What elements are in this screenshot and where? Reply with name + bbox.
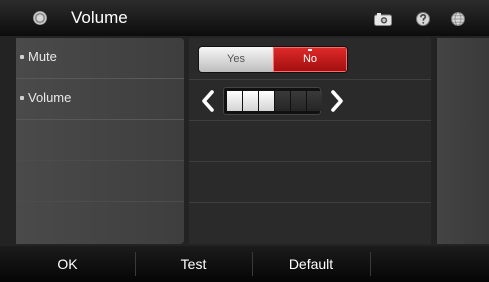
mute-yes-button[interactable]: Yes: [199, 47, 273, 72]
toolbar-empty-slot: [370, 246, 489, 282]
camera-icon[interactable]: [374, 12, 392, 26]
default-button[interactable]: Default: [252, 246, 370, 282]
menu-item-label: Volume: [28, 90, 72, 105]
mute-no-button[interactable]: No: [273, 47, 347, 72]
title-bar: Volume: [0, 0, 489, 36]
menu-item-label: Mute: [28, 49, 57, 64]
menu-item-empty: [16, 161, 184, 202]
row-divider: [189, 161, 431, 162]
volume-segment-filled: [227, 91, 242, 111]
mute-no-label: No: [302, 53, 318, 65]
volume-segment-empty: [291, 91, 306, 111]
volume-decrease-arrow-icon[interactable]: [201, 90, 215, 112]
menu-item-mute[interactable]: Mute: [16, 38, 184, 79]
menu-item-empty: [16, 120, 184, 161]
row-divider: [189, 202, 431, 203]
ok-button[interactable]: OK: [0, 246, 135, 282]
help-icon[interactable]: [416, 12, 430, 26]
page-title: Volume: [71, 8, 128, 27]
volume-segment-empty: [275, 91, 290, 111]
bullet-icon: [20, 55, 24, 59]
volume-segment-empty: [307, 91, 322, 111]
row-divider: [189, 120, 431, 121]
globe-icon[interactable]: [451, 12, 465, 26]
row-divider: [189, 79, 431, 80]
mute-toggle: Yes No: [199, 47, 347, 72]
volume-segment-filled: [259, 91, 274, 111]
volume-level-bar[interactable]: [223, 87, 322, 115]
side-panel: [437, 38, 489, 244]
bullet-icon: [20, 96, 24, 100]
test-button[interactable]: Test: [135, 246, 252, 282]
menu-panel: Mute Volume: [16, 38, 184, 244]
selected-marker: [308, 49, 312, 51]
menu-item-volume[interactable]: Volume: [16, 79, 184, 120]
volume-segment-filled: [243, 91, 258, 111]
volume-increase-arrow-icon[interactable]: [330, 90, 344, 112]
bottom-toolbar: OK Test Default: [0, 246, 489, 282]
settings-icon: [33, 11, 47, 25]
